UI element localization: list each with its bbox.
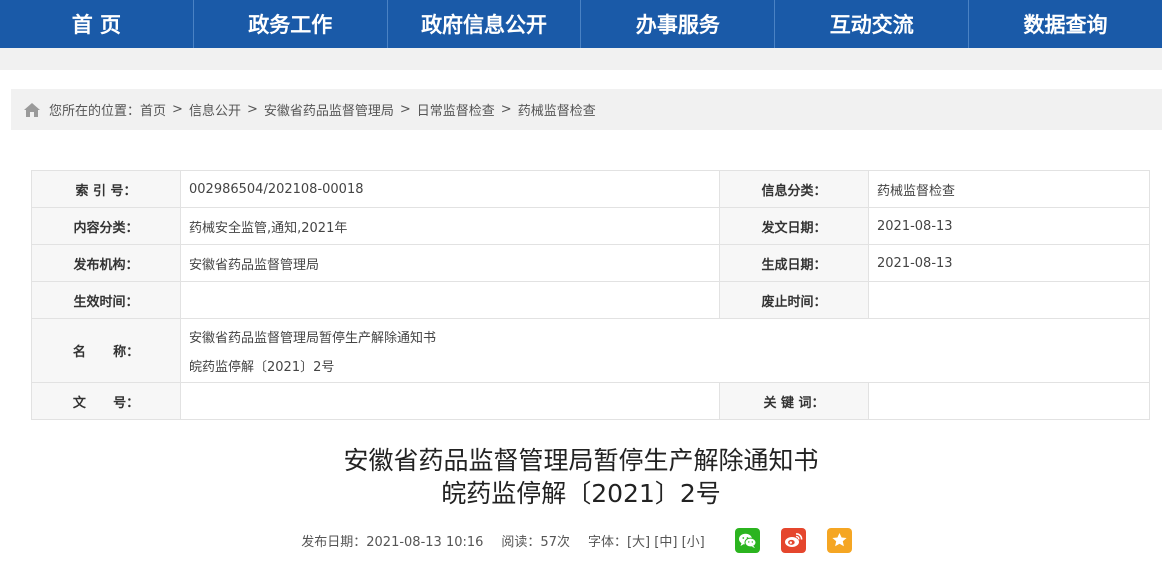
document-info-table: 索 引 号： 002986504/202108-00018 信息分类： 药械监督…: [31, 170, 1150, 420]
home-icon: [23, 102, 41, 118]
nav-item-home[interactable]: 首 页: [0, 0, 194, 48]
font-size-small-button[interactable]: [小]: [682, 535, 705, 550]
nav-item-government-work[interactable]: 政务工作: [194, 0, 388, 48]
document-title: 安徽省药品监督管理局暂停生产解除通知书 皖药监停解〔2021〕2号: [0, 444, 1162, 510]
breadcrumb: 您所在的位置： 首页 > 信息公开 > 安徽省药品监督管理局 > 日常监督检查 …: [11, 89, 1162, 130]
document-number-label: 文 号：: [31, 382, 181, 420]
index-label: 索 引 号：: [31, 170, 181, 208]
nav-item-services[interactable]: 办事服务: [581, 0, 776, 48]
document-number-value: [180, 382, 720, 420]
top-nav: 首 页 政务工作 政府信息公开 办事服务 互动交流 数据查询: [0, 0, 1162, 48]
table-row: 名 称： 安徽省药品监督管理局暂停生产解除通知书 皖药监停解〔2021〕2号: [31, 318, 1150, 383]
breadcrumb-separator: >: [399, 102, 411, 117]
breadcrumb-prefix: 您所在的位置：: [49, 104, 141, 119]
keywords-label: 关 键 词：: [719, 382, 869, 420]
article-meta: 发布日期：2021-08-13 10:16 阅读：57次 字体：[大] [中] …: [0, 526, 1162, 554]
breadcrumb-separator: >: [500, 102, 512, 117]
name-value-line2: 皖药监停解〔2021〕2号: [189, 359, 335, 375]
font-size-controls: 字体：[大] [中] [小]: [588, 531, 705, 550]
table-row: 内容分类： 药械安全监管,通知,2021年 发文日期： 2021-08-13: [31, 207, 1150, 245]
effective-time-label: 生效时间：: [31, 281, 181, 319]
breadcrumb-separator: >: [246, 102, 258, 117]
wechat-icon: [738, 533, 757, 548]
view-count: 阅读：57次: [501, 534, 570, 550]
keywords-value: [868, 382, 1150, 420]
publisher-label: 发布机构：: [31, 244, 181, 282]
nav-item-interaction[interactable]: 互动交流: [775, 0, 970, 48]
nav-item-data-query[interactable]: 数据查询: [969, 0, 1162, 48]
expire-time-value: [868, 281, 1150, 319]
name-value: 安徽省药品监督管理局暂停生产解除通知书 皖药监停解〔2021〕2号: [180, 318, 1150, 383]
breadcrumb-separator: >: [172, 102, 183, 117]
font-size-medium-button[interactable]: [中]: [654, 535, 677, 550]
content-category-label: 内容分类：: [31, 207, 181, 245]
name-label: 名 称：: [31, 318, 181, 383]
category-value: 药械监督检查: [868, 170, 1150, 208]
issue-date-label: 发文日期：: [719, 207, 869, 245]
index-value: 002986504/202108-00018: [180, 170, 720, 208]
table-row: 索 引 号： 002986504/202108-00018 信息分类： 药械监督…: [31, 170, 1150, 208]
share-buttons: [723, 527, 861, 553]
table-row: 生效时间： 废止时间：: [31, 281, 1150, 319]
category-label: 信息分类：: [719, 170, 869, 208]
breadcrumb-link-device-inspection[interactable]: 药械监督检查: [518, 100, 596, 119]
weibo-icon: [784, 533, 803, 547]
effective-time-value: [180, 281, 720, 319]
document-title-line2: 皖药监停解〔2021〕2号: [441, 479, 721, 508]
table-row: 发布机构： 安徽省药品监督管理局 生成日期： 2021-08-13: [31, 244, 1150, 282]
generated-date-label: 生成日期：: [719, 244, 869, 282]
star-icon: [832, 533, 847, 547]
issue-date-value: 2021-08-13: [868, 207, 1150, 245]
weibo-share-button[interactable]: [780, 527, 806, 553]
font-size-label: 字体：: [587, 534, 627, 550]
table-row: 文 号： 关 键 词：: [31, 382, 1150, 420]
publish-date: 发布日期：2021-08-13 10:16: [301, 534, 484, 550]
favorite-button[interactable]: [826, 527, 852, 553]
breadcrumb-link-info-disclosure[interactable]: 信息公开: [189, 100, 241, 119]
content-category-value: 药械安全监管,通知,2021年: [180, 207, 720, 245]
font-size-large-button[interactable]: [大]: [627, 535, 650, 550]
nav-divider-band: [0, 48, 1162, 70]
breadcrumb-link-daily-inspection[interactable]: 日常监督检查: [417, 100, 495, 119]
publisher-value: 安徽省药品监督管理局: [180, 244, 720, 282]
expire-time-label: 废止时间：: [719, 281, 869, 319]
nav-item-info-disclosure[interactable]: 政府信息公开: [388, 0, 582, 48]
name-value-line1: 安徽省药品监督管理局暂停生产解除通知书: [189, 330, 437, 346]
wechat-share-button[interactable]: [734, 527, 760, 553]
document-title-line1: 安徽省药品监督管理局暂停生产解除通知书: [343, 446, 819, 475]
breadcrumb-link-home[interactable]: 首页: [140, 100, 166, 119]
generated-date-value: 2021-08-13: [868, 244, 1150, 282]
breadcrumb-link-agency[interactable]: 安徽省药品监督管理局: [264, 100, 394, 119]
